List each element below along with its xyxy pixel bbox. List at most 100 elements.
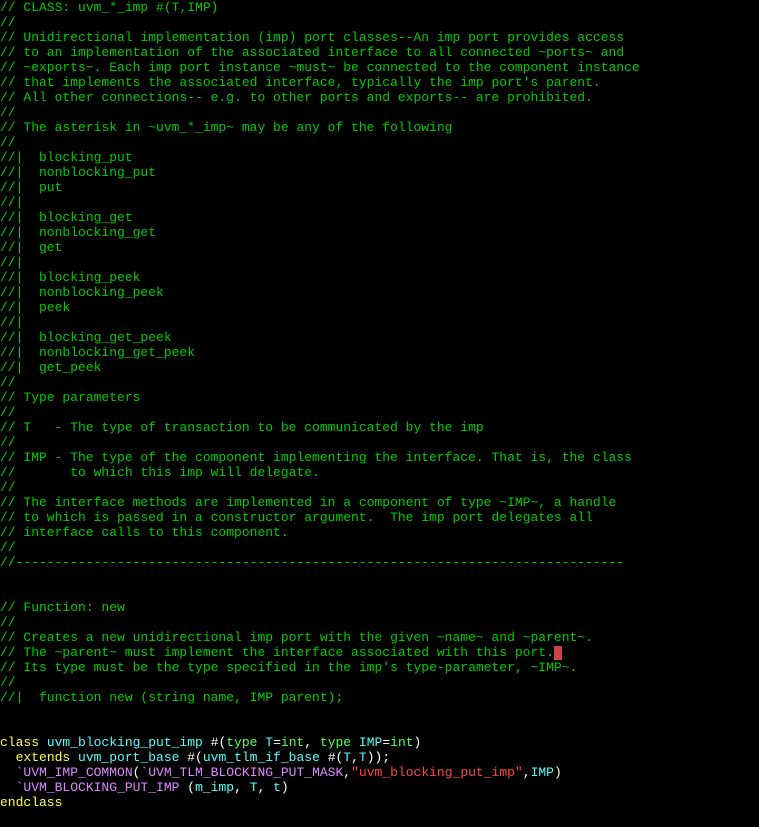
code-token: uvm_port_base — [78, 750, 187, 765]
code-token: ) — [281, 780, 289, 795]
code-token: `UVM_BLOCKING_PUT_IMP — [16, 780, 188, 795]
code-line[interactable]: // to which is passed in a constructor a… — [0, 510, 759, 525]
code-line[interactable]: // IMP - The type of the component imple… — [0, 450, 759, 465]
code-line[interactable]: //| blocking_put — [0, 150, 759, 165]
text-cursor — [554, 646, 562, 660]
code-line[interactable]: class uvm_blocking_put_imp #(type T=int,… — [0, 735, 759, 750]
code-line[interactable]: // to an implementation of the associate… — [0, 45, 759, 60]
code-token: //| nonblocking_get — [0, 225, 156, 240]
code-line[interactable]: //| blocking_get_peek — [0, 330, 759, 345]
code-token: m_imp — [195, 780, 234, 795]
code-line[interactable]: endclass — [0, 795, 759, 810]
code-line[interactable]: // — [0, 615, 759, 630]
code-token: // to an implementation of the associate… — [0, 45, 624, 60]
code-token: // — [0, 105, 16, 120]
code-line[interactable]: //| put — [0, 180, 759, 195]
code-token: //| nonblocking_peek — [0, 285, 164, 300]
code-token: , — [304, 735, 320, 750]
code-line[interactable]: // — [0, 435, 759, 450]
code-line[interactable]: // — [0, 405, 759, 420]
code-line[interactable]: // — [0, 675, 759, 690]
code-token: IMP — [359, 735, 382, 750]
code-line[interactable] — [0, 570, 759, 585]
code-line[interactable]: //| nonblocking_get — [0, 225, 759, 240]
code-line[interactable]: //| function new (string name, IMP paren… — [0, 690, 759, 705]
code-token: , — [343, 765, 351, 780]
code-token: //| blocking_peek — [0, 270, 140, 285]
code-line[interactable]: // — [0, 540, 759, 555]
code-line[interactable]: // to which this imp will delegate. — [0, 465, 759, 480]
code-line[interactable]: // — [0, 375, 759, 390]
code-token: // Unidirectional implementation (imp) p… — [0, 30, 624, 45]
code-token: //| function new (string name, IMP paren… — [0, 690, 343, 705]
code-line[interactable]: // — [0, 135, 759, 150]
code-line[interactable]: //| — [0, 315, 759, 330]
code-line[interactable]: // Unidirectional implementation (imp) p… — [0, 30, 759, 45]
code-token: int — [390, 735, 413, 750]
code-line[interactable]: // All other connections-- e.g. to other… — [0, 90, 759, 105]
code-line[interactable]: // ~exports~. Each imp port instance ~mu… — [0, 60, 759, 75]
code-token: // — [0, 540, 16, 555]
code-token: //| put — [0, 180, 62, 195]
code-token: uvm_blocking_put_imp — [47, 735, 211, 750]
code-line[interactable]: //--------------------------------------… — [0, 555, 759, 570]
code-token: // — [0, 480, 16, 495]
code-token: , — [351, 750, 359, 765]
code-token: // — [0, 435, 16, 450]
code-token: #( — [187, 750, 203, 765]
code-token: endclass — [0, 795, 62, 810]
code-line[interactable]: //| blocking_get — [0, 210, 759, 225]
code-line[interactable] — [0, 720, 759, 735]
code-line[interactable] — [0, 585, 759, 600]
code-editor[interactable]: // CLASS: uvm_*_imp #(T,IMP)//// Unidire… — [0, 0, 759, 810]
code-token: // — [0, 375, 16, 390]
code-token: // — [0, 615, 16, 630]
code-line[interactable]: //| get — [0, 240, 759, 255]
code-line[interactable]: // Creates a new unidirectional imp port… — [0, 630, 759, 645]
code-line[interactable]: extends uvm_port_base #(uvm_tlm_if_base … — [0, 750, 759, 765]
code-line[interactable]: //| nonblocking_peek — [0, 285, 759, 300]
code-line[interactable]: // The interface methods are implemented… — [0, 495, 759, 510]
code-token: T — [265, 735, 273, 750]
code-token: // The ~parent~ must implement the inter… — [0, 645, 554, 660]
code-token: //| blocking_get_peek — [0, 330, 172, 345]
code-token: // IMP - The type of the component imple… — [0, 450, 632, 465]
code-line[interactable]: // T - The type of transaction to be com… — [0, 420, 759, 435]
code-line[interactable]: //| nonblocking_get_peek — [0, 345, 759, 360]
code-line[interactable]: // The asterisk in ~uvm_*_imp~ may be an… — [0, 120, 759, 135]
code-line[interactable]: //| blocking_peek — [0, 270, 759, 285]
code-line[interactable]: // CLASS: uvm_*_imp #(T,IMP) — [0, 0, 759, 15]
code-line[interactable]: // — [0, 15, 759, 30]
code-line[interactable] — [0, 705, 759, 720]
code-line[interactable]: `UVM_IMP_COMMON(`UVM_TLM_BLOCKING_PUT_MA… — [0, 765, 759, 780]
code-token: T — [343, 750, 351, 765]
code-token: type — [226, 735, 265, 750]
code-line[interactable]: // Function: new — [0, 600, 759, 615]
code-token: //| get_peek — [0, 360, 101, 375]
code-line[interactable]: //| nonblocking_put — [0, 165, 759, 180]
code-line[interactable]: // Type parameters — [0, 390, 759, 405]
code-line[interactable]: //| — [0, 195, 759, 210]
code-token: #( — [328, 750, 344, 765]
code-line[interactable]: // interface calls to this component. — [0, 525, 759, 540]
code-line[interactable]: `UVM_BLOCKING_PUT_IMP (m_imp, T, t) — [0, 780, 759, 795]
code-token: T — [359, 750, 367, 765]
code-token: // — [0, 15, 16, 30]
code-line[interactable]: // — [0, 105, 759, 120]
code-line[interactable]: //| get_peek — [0, 360, 759, 375]
code-line[interactable]: //| peek — [0, 300, 759, 315]
code-token: `UVM_IMP_COMMON — [16, 765, 133, 780]
code-line[interactable]: // The ~parent~ must implement the inter… — [0, 645, 759, 660]
code-token: // Its type must be the type specified i… — [0, 660, 577, 675]
code-line[interactable]: // that implements the associated interf… — [0, 75, 759, 90]
code-line[interactable]: // — [0, 480, 759, 495]
code-token — [0, 750, 16, 765]
code-line[interactable]: //| — [0, 255, 759, 270]
code-token: //| — [0, 255, 23, 270]
code-line[interactable]: // Its type must be the type specified i… — [0, 660, 759, 675]
code-token: // CLASS: uvm_*_imp #(T,IMP) — [0, 0, 218, 15]
code-token: //| nonblocking_get_peek — [0, 345, 195, 360]
code-token: uvm_tlm_if_base — [203, 750, 328, 765]
code-token: #( — [211, 735, 227, 750]
code-token: , — [234, 780, 250, 795]
